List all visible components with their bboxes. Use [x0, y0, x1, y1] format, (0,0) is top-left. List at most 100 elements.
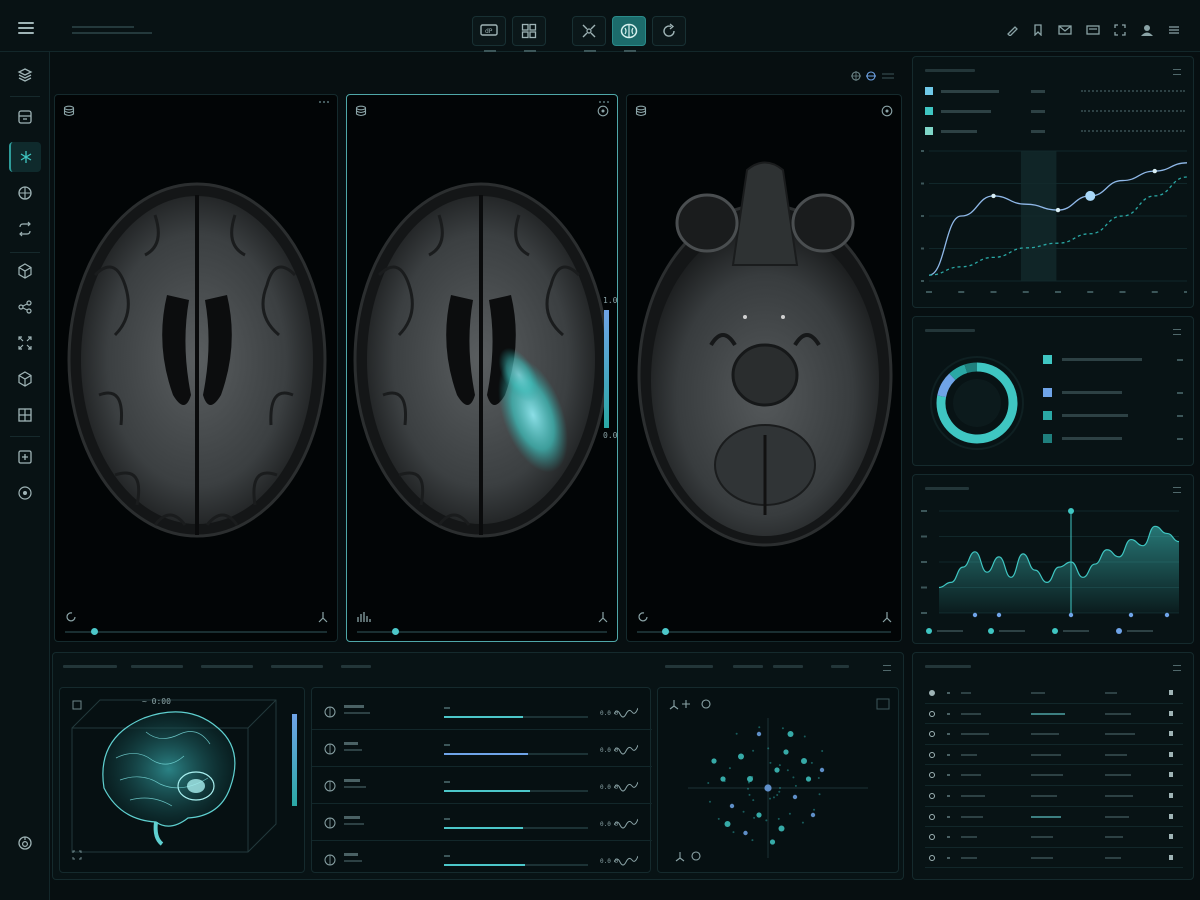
scatter-point[interactable]	[783, 749, 789, 755]
table-row[interactable]	[925, 827, 1183, 848]
collapse-icon[interactable]	[1173, 487, 1181, 493]
area-chart[interactable]	[919, 505, 1189, 639]
sidebar-item-layers[interactable]	[9, 60, 41, 90]
donut-slice[interactable]	[964, 362, 978, 374]
metric-row[interactable]: 0.0 0	[312, 733, 652, 767]
tab-label-4[interactable]	[271, 665, 323, 668]
slice-slider-3[interactable]	[637, 628, 891, 635]
mail-icon[interactable]	[1058, 24, 1072, 36]
slider-knob[interactable]	[392, 628, 399, 635]
metric-row[interactable]: 0.0 0	[312, 807, 652, 841]
tab-label-1[interactable]	[63, 665, 117, 668]
rotate-icon[interactable]	[637, 611, 649, 623]
collapse-icon[interactable]	[883, 665, 891, 671]
scatter-point[interactable]	[738, 753, 744, 760]
sidebar-item-globe[interactable]	[9, 178, 41, 208]
metric-row[interactable]: 0.0 0	[312, 844, 652, 878]
export-icon[interactable]	[876, 698, 890, 710]
hamburger-icon[interactable]	[18, 22, 34, 34]
expand-icon[interactable]	[72, 850, 82, 860]
sidebar-item-storage[interactable]	[9, 102, 41, 132]
metric-row[interactable]: 0.0 0	[312, 696, 652, 730]
marker-point[interactable]	[1068, 508, 1074, 514]
refresh-tool-button[interactable]	[652, 16, 686, 46]
tab-label-2[interactable]	[131, 665, 183, 668]
donut-slice[interactable]	[937, 373, 956, 398]
slice-slider-2[interactable]	[357, 628, 607, 635]
scatter-point[interactable]	[787, 731, 794, 737]
view-mode-icons[interactable]	[850, 70, 896, 82]
axes-icon[interactable]	[317, 611, 329, 623]
sidebar-item-network[interactable]	[9, 142, 41, 172]
scatter-footer-icons[interactable]	[674, 850, 708, 862]
scatter-point[interactable]	[774, 767, 780, 773]
collapse-icon[interactable]	[1173, 665, 1181, 671]
slice-slider-1[interactable]	[65, 628, 327, 635]
pencil-icon[interactable]	[1006, 24, 1018, 36]
table-row[interactable]	[925, 807, 1183, 828]
donut-chart[interactable]	[927, 353, 1027, 453]
scatter-point[interactable]	[724, 821, 731, 827]
sidebar-item-target[interactable]	[9, 478, 41, 508]
more-icon[interactable]	[1168, 24, 1180, 36]
data-point[interactable]	[1085, 190, 1096, 201]
scatter-point[interactable]	[711, 758, 717, 764]
sidebar-item-layout[interactable]	[9, 400, 41, 430]
rotate-icon[interactable]	[65, 611, 77, 623]
table-row[interactable]	[925, 683, 1183, 704]
grid-tool-button[interactable]	[512, 16, 546, 52]
line-chart[interactable]	[921, 145, 1187, 303]
scatter-plot[interactable]	[678, 708, 878, 858]
histogram-icon[interactable]	[357, 611, 371, 623]
table-row[interactable]	[925, 765, 1183, 786]
table-row[interactable]	[925, 724, 1183, 745]
scatter-point[interactable]	[756, 731, 762, 737]
image-icon[interactable]	[72, 700, 82, 710]
table-row[interactable]	[925, 745, 1183, 766]
crosshair-tool-button[interactable]	[572, 16, 606, 52]
brain-3d-view[interactable]: ~ 0:00	[59, 687, 305, 873]
scatter-point[interactable]	[764, 784, 772, 792]
mri-panel-1[interactable]	[54, 94, 338, 642]
scatter-point[interactable]	[819, 767, 825, 773]
inbox-icon[interactable]	[1086, 24, 1100, 36]
filter-label-2[interactable]	[733, 665, 763, 668]
scatter-point[interactable]	[805, 776, 812, 782]
scatter-point[interactable]	[769, 839, 776, 845]
filter-label-4[interactable]	[831, 665, 849, 668]
collapse-icon[interactable]	[1173, 69, 1181, 75]
sidebar-item-settings[interactable]	[9, 828, 41, 858]
tab-label-5[interactable]	[341, 665, 371, 668]
table-row[interactable]	[925, 848, 1183, 869]
collapse-icon[interactable]	[1173, 329, 1181, 335]
scatter-point[interactable]	[778, 825, 785, 832]
scatter-point[interactable]	[810, 812, 816, 818]
sidebar-item-expand[interactable]	[9, 328, 41, 358]
fullscreen-icon[interactable]	[1114, 24, 1126, 36]
data-point[interactable]	[1055, 207, 1061, 213]
data-point[interactable]	[1152, 168, 1157, 174]
sidebar-item-add[interactable]	[9, 442, 41, 472]
scatter-point[interactable]	[756, 812, 762, 818]
table-row[interactable]	[925, 786, 1183, 807]
axes-icon[interactable]	[597, 611, 609, 623]
filter-label-1[interactable]	[665, 665, 713, 668]
scatter-point[interactable]	[792, 794, 798, 800]
mri-panel-2[interactable]: 1.0 0.0	[346, 94, 618, 642]
brain-tool-button[interactable]	[612, 16, 646, 52]
monitor-tool-button[interactable]: dP	[472, 16, 506, 52]
sidebar-item-cube-outline[interactable]	[9, 364, 41, 394]
scatter-point[interactable]	[801, 758, 807, 764]
scatter-point[interactable]	[743, 830, 748, 836]
sidebar-item-cube[interactable]	[9, 256, 41, 286]
metric-row[interactable]: 0.0 0	[312, 770, 652, 804]
sidebar-item-flip[interactable]	[9, 214, 41, 244]
donut-slice[interactable]	[949, 364, 968, 381]
scatter-point[interactable]	[729, 803, 735, 809]
table-row[interactable]	[925, 704, 1183, 725]
sidebar-item-share[interactable]	[9, 292, 41, 322]
data-point[interactable]	[991, 193, 996, 199]
axes-icon[interactable]	[881, 611, 893, 623]
mri-panel-3[interactable]	[626, 94, 902, 642]
filter-label-3[interactable]	[773, 665, 803, 668]
